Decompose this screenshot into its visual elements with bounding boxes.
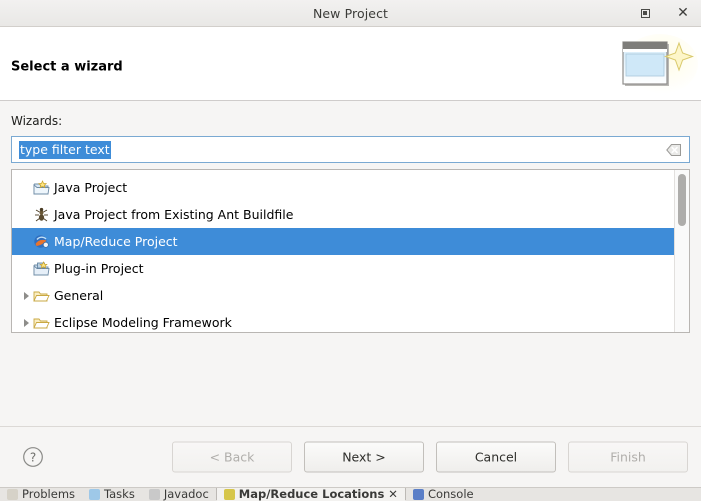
page-title: Select a wizard bbox=[11, 59, 123, 75]
background-view-tabs: Problems Tasks Javadoc Map/Reduce Locati… bbox=[0, 487, 701, 501]
tasks-icon bbox=[89, 488, 101, 500]
cancel-button[interactable]: Cancel bbox=[436, 441, 556, 473]
filter-input[interactable]: type filter text bbox=[11, 136, 690, 163]
view-tab-problems[interactable]: Problems bbox=[0, 487, 82, 501]
list-item-label: Java Project bbox=[54, 179, 128, 195]
list-item-label: Eclipse Modeling Framework bbox=[54, 314, 232, 330]
maximize-icon bbox=[640, 8, 650, 18]
background-view-tabs-inner: Problems Tasks Javadoc Map/Reduce Locati… bbox=[0, 487, 481, 501]
filter-input-value[interactable]: type filter text bbox=[19, 140, 111, 159]
list-scrollbar[interactable] bbox=[674, 170, 689, 332]
close-button[interactable]: ✕ bbox=[673, 3, 693, 23]
list-item-general[interactable]: General bbox=[12, 282, 674, 309]
expand-arrow-icon[interactable] bbox=[20, 291, 33, 300]
map-reduce-project-icon bbox=[33, 234, 50, 250]
svg-text:?: ? bbox=[30, 450, 36, 464]
dialog-footer: ? < Back Next > Cancel Finish bbox=[0, 426, 701, 487]
list-item-map-reduce-project[interactable]: Map/Reduce Project bbox=[12, 228, 674, 255]
dialog-body: Wizards: type filter text Java Project J… bbox=[0, 101, 701, 426]
wizard-list-items: Java Project Java Project from Existing … bbox=[12, 170, 674, 332]
view-tab-label: Problems bbox=[22, 487, 76, 501]
javadoc-icon bbox=[148, 488, 160, 500]
expand-arrow-icon[interactable] bbox=[20, 318, 33, 327]
dialog-header: Select a wizard bbox=[0, 27, 701, 101]
view-tab-label: Console bbox=[427, 487, 474, 501]
console-icon bbox=[412, 488, 424, 500]
wizards-label: Wizards: bbox=[11, 114, 63, 128]
list-item[interactable]: Java Project bbox=[12, 174, 674, 201]
view-tab-tasks[interactable]: Tasks bbox=[82, 487, 142, 501]
window-controls: ✕ bbox=[635, 0, 693, 26]
list-item[interactable]: Plug-in Project bbox=[12, 255, 674, 282]
list-item[interactable]: Java Project from Existing Ant Buildfile bbox=[12, 201, 674, 228]
view-tab-map-reduce-locations[interactable]: Map/Reduce Locations ✕ bbox=[216, 487, 405, 501]
view-tab-console[interactable]: Console bbox=[406, 487, 481, 501]
list-item-label: Map/Reduce Project bbox=[54, 233, 178, 249]
java-project-icon bbox=[33, 179, 50, 196]
list-item-label: Plug-in Project bbox=[54, 260, 144, 276]
plugin-project-icon bbox=[33, 260, 50, 277]
view-tab-label: Tasks bbox=[104, 487, 135, 501]
list-item-label: Java Project from Existing Ant Buildfile bbox=[54, 206, 294, 222]
finish-button[interactable]: Finish bbox=[568, 441, 688, 473]
new-project-wizard-icon bbox=[605, 27, 701, 101]
back-button[interactable]: < Back bbox=[172, 441, 292, 473]
wizard-list[interactable]: Java Project Java Project from Existing … bbox=[11, 169, 690, 333]
help-icon[interactable]: ? bbox=[22, 446, 44, 468]
clear-filter-icon[interactable] bbox=[666, 143, 682, 157]
scrollbar-thumb[interactable] bbox=[678, 174, 686, 226]
list-item-eclipse-modeling-framework[interactable]: Eclipse Modeling Framework bbox=[12, 309, 674, 332]
dialog-buttons: < Back Next > Cancel Finish bbox=[172, 441, 688, 473]
view-tab-label: Map/Reduce Locations bbox=[238, 487, 385, 501]
window-title: New Project bbox=[312, 5, 389, 21]
view-tab-javadoc[interactable]: Javadoc bbox=[142, 487, 216, 501]
maximize-button[interactable] bbox=[635, 3, 655, 23]
view-tab-close-icon[interactable]: ✕ bbox=[388, 488, 398, 501]
folder-icon bbox=[33, 288, 50, 304]
title-bar: New Project ✕ bbox=[0, 0, 701, 27]
next-button[interactable]: Next > bbox=[304, 441, 424, 473]
new-project-dialog: New Project ✕ Select a wizard Wizards: t… bbox=[0, 0, 701, 487]
problems-icon bbox=[7, 488, 18, 500]
folder-icon bbox=[33, 315, 50, 331]
map-reduce-locations-icon bbox=[223, 488, 235, 500]
view-tab-label: Javadoc bbox=[163, 487, 209, 501]
close-icon: ✕ bbox=[677, 5, 689, 21]
ant-buildfile-icon bbox=[33, 207, 50, 223]
list-item-label: General bbox=[54, 287, 104, 303]
